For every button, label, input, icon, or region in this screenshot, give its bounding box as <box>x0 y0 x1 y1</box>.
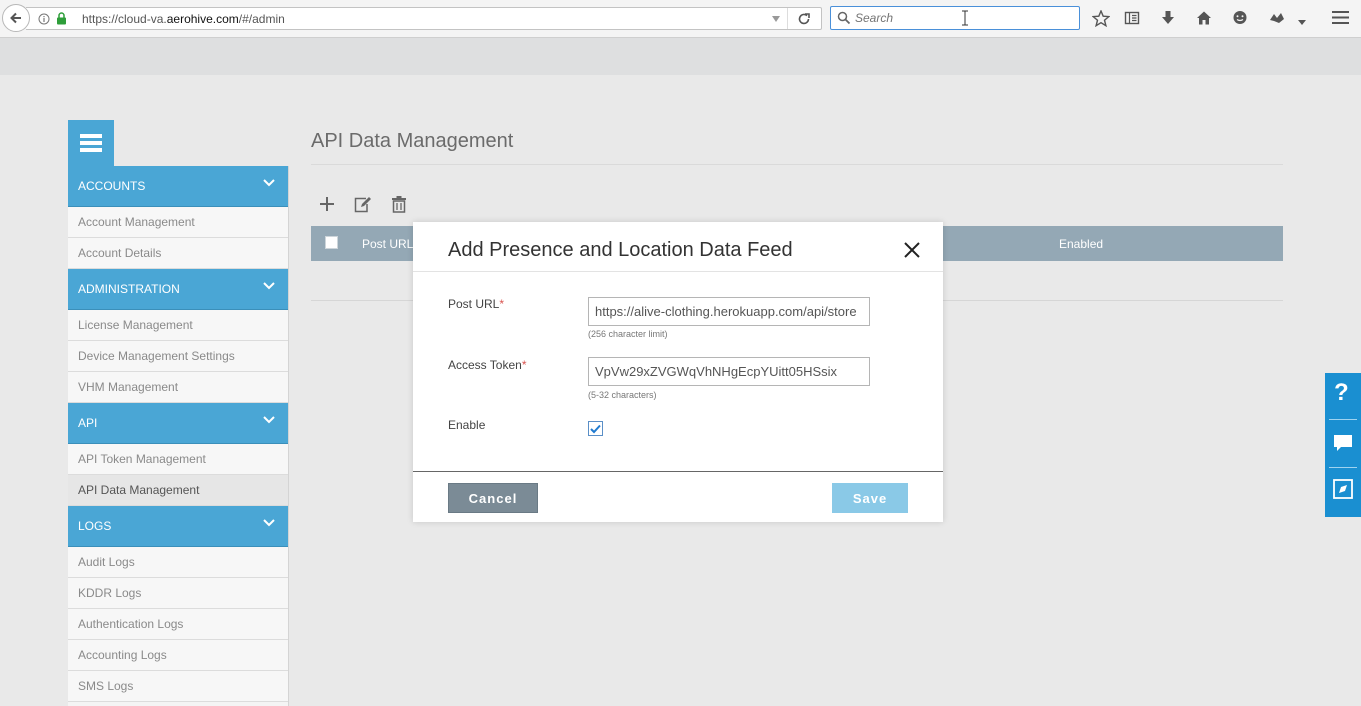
sidebar-item-license-management[interactable]: License Management <box>68 310 288 341</box>
app-header-band <box>0 38 1361 75</box>
menu-icon <box>80 134 102 152</box>
address-bar[interactable]: https://cloud-va.aerohive.com/#/admin <box>26 7 822 30</box>
browser-toolbar: https://cloud-va.aerohive.com/#/admin <box>0 0 1361 38</box>
help-side-tab: ? <box>1325 373 1361 517</box>
feedback-chat-icon[interactable] <box>1333 433 1353 458</box>
cancel-button[interactable]: Cancel <box>448 483 538 513</box>
compass-icon[interactable] <box>1333 479 1353 504</box>
url-text[interactable]: https://cloud-va.aerohive.com/#/admin <box>82 12 285 26</box>
hamburger-menu-icon[interactable] <box>1332 10 1349 30</box>
title-divider <box>311 164 1283 165</box>
search-icon <box>837 11 851 30</box>
close-icon[interactable] <box>903 241 921 264</box>
text-cursor-icon <box>961 10 969 31</box>
search-box[interactable] <box>830 6 1080 30</box>
sidebar-item-api-token-management[interactable]: API Token Management <box>68 444 288 475</box>
sidebar-item-account-management[interactable]: Account Management <box>68 207 288 238</box>
save-button[interactable]: Save <box>832 483 908 513</box>
url-separator <box>787 8 788 29</box>
post-url-input[interactable] <box>588 297 870 326</box>
section-label: ACCOUNTS <box>78 179 146 193</box>
back-arrow-icon <box>10 12 21 24</box>
sidebar-item-authentication-logs[interactable]: Authentication Logs <box>68 609 288 640</box>
lock-icon[interactable] <box>56 12 67 30</box>
sidebar-item-account-details[interactable]: Account Details <box>68 238 288 269</box>
search-input[interactable] <box>855 10 1055 26</box>
page-title: API Data Management <box>311 130 514 152</box>
sidebar-item-api-data-management[interactable]: API Data Management <box>68 475 288 506</box>
chat-smiley-icon[interactable] <box>1232 10 1248 31</box>
tab-divider <box>1329 467 1357 468</box>
sidebar-item-kddr-logs[interactable]: KDDR Logs <box>68 578 288 609</box>
dialog-footer-divider <box>413 471 943 472</box>
sidebar-section-api[interactable]: API <box>68 403 288 444</box>
extension-dropdown-icon[interactable] <box>1297 13 1307 31</box>
sidebar-item-device-management-settings[interactable]: Device Management Settings <box>68 341 288 372</box>
checkmark-icon <box>590 424 601 433</box>
enable-label: Enable <box>448 418 486 432</box>
reading-list-icon[interactable] <box>1124 10 1140 31</box>
sidebar-section-logs[interactable]: LOGS <box>68 506 288 547</box>
sidebar-item-sms-logs[interactable]: SMS Logs <box>68 671 288 702</box>
select-all-checkbox[interactable] <box>325 236 338 249</box>
section-label: ADMINISTRATION <box>78 282 180 296</box>
chevron-down-icon[interactable] <box>262 280 276 294</box>
downloads-icon[interactable] <box>1160 10 1176 31</box>
delete-icon[interactable] <box>391 196 407 218</box>
post-url-hint: (256 character limit) <box>588 329 668 339</box>
chevron-down-icon[interactable] <box>262 414 276 428</box>
sidebar-item-audit-logs[interactable]: Audit Logs <box>68 547 288 578</box>
sidebar-item-vhm-management[interactable]: VHM Management <box>68 372 288 403</box>
extension-icon[interactable] <box>1268 10 1286 31</box>
post-url-label: Post URL* <box>448 297 505 311</box>
sidebar-section-administration[interactable]: ADMINISTRATION <box>68 269 288 310</box>
info-icon[interactable] <box>38 12 50 30</box>
edit-icon[interactable] <box>354 196 372 218</box>
section-label: LOGS <box>78 519 112 533</box>
help-question-icon[interactable]: ? <box>1334 379 1349 407</box>
column-header-enabled[interactable]: Enabled <box>1059 237 1103 251</box>
access-token-input[interactable] <box>588 357 870 386</box>
sidebar-item-accounting-logs[interactable]: Accounting Logs <box>68 640 288 671</box>
section-label: API <box>78 416 98 430</box>
back-button[interactable] <box>2 4 30 32</box>
add-icon[interactable] <box>319 196 335 217</box>
history-dropdown-icon[interactable] <box>770 12 782 30</box>
reload-icon[interactable] <box>796 11 812 32</box>
access-token-hint: (5-32 characters) <box>588 390 657 400</box>
bookmark-star-icon[interactable] <box>1091 9 1111 32</box>
nav-menu-button[interactable] <box>68 120 114 166</box>
tab-divider <box>1329 419 1357 420</box>
access-token-label: Access Token* <box>448 358 527 372</box>
column-header-post-url[interactable]: Post URL <box>362 237 413 251</box>
enable-checkbox[interactable] <box>588 421 603 436</box>
add-data-feed-dialog: Add Presence and Location Data Feed Post… <box>413 222 943 522</box>
chevron-down-icon[interactable] <box>262 177 276 191</box>
home-icon[interactable] <box>1196 10 1212 31</box>
sidebar-nav: ACCOUNTS Account Management Account Deta… <box>68 166 289 706</box>
dialog-header-divider <box>413 271 943 272</box>
chevron-down-icon[interactable] <box>262 517 276 531</box>
dialog-title: Add Presence and Location Data Feed <box>448 239 793 261</box>
sidebar-section-accounts[interactable]: ACCOUNTS <box>68 166 288 207</box>
